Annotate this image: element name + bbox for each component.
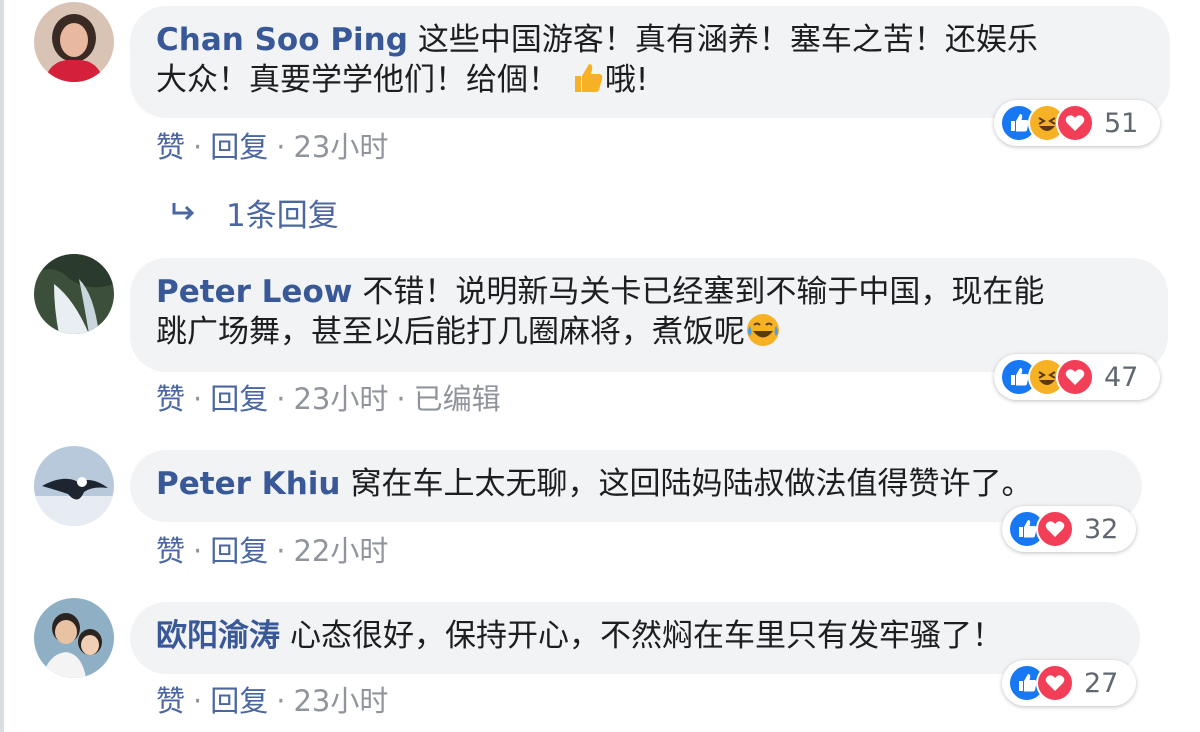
avatar-image	[34, 446, 114, 526]
reaction-summary[interactable]: 47	[994, 354, 1160, 400]
separator-dot: ·	[193, 534, 203, 568]
avatar-image	[34, 2, 114, 82]
separator-dot: ·	[193, 382, 203, 416]
reply-button[interactable]: 回复	[210, 684, 268, 718]
comment-text: 心态很好，保持开心，不然焖在车里只有发牢骚了！	[290, 618, 1003, 654]
reply-button[interactable]: 回复	[210, 130, 268, 164]
thread-rule	[0, 0, 4, 732]
comment-bubble: Peter Khiu 窝在车上太无聊，这回陆妈陆叔做法值得赞许了。	[130, 450, 1142, 522]
reaction-count: 27	[1084, 667, 1119, 699]
view-replies-label: 1条回复	[226, 198, 339, 234]
comment-thread: Chan Soo Ping 这些中国游客！真有涵养！塞车之苦！还娱乐 大众！真要学…	[0, 0, 1200, 732]
comment-bubble: 欧阳渝涛 心态很好，保持开心，不然焖在车里只有发牢骚了！	[130, 602, 1140, 674]
reaction-summary[interactable]: 51	[994, 100, 1160, 146]
avatar[interactable]	[34, 2, 114, 82]
author-name[interactable]: Peter Leow	[156, 274, 352, 310]
edited-label[interactable]: 已编辑	[414, 382, 501, 416]
timestamp[interactable]: 23小时	[293, 382, 388, 416]
like-button[interactable]: 赞	[156, 534, 185, 568]
author-name[interactable]: Chan Soo Ping	[156, 22, 408, 58]
separator-dot: ·	[276, 130, 286, 164]
avatar[interactable]	[34, 446, 114, 526]
love-reaction-icon	[1056, 104, 1094, 142]
comment-actions: 赞 · 回复 · 22小时	[156, 528, 388, 570]
comment-text: 不错！说明新马关卡已经塞到不输于中国，现在能	[362, 274, 1045, 310]
reaction-count: 47	[1104, 361, 1139, 393]
comment-text-line2: 跳广场舞，甚至以后能打几圈麻将，煮饭呢	[156, 314, 745, 350]
avatar[interactable]	[34, 598, 114, 678]
thumbs-up-icon	[569, 60, 605, 106]
tears-of-joy-icon	[745, 312, 781, 358]
reaction-count: 51	[1104, 107, 1139, 139]
comment-actions: 赞 · 回复 · 23小时	[156, 124, 388, 166]
timestamp[interactable]: 23小时	[293, 130, 388, 164]
reply-button[interactable]: 回复	[210, 534, 268, 568]
separator-dot: ·	[276, 382, 286, 416]
like-button[interactable]: 赞	[156, 382, 185, 416]
reply-button[interactable]: 回复	[210, 382, 268, 416]
separator-dot: ·	[276, 534, 286, 568]
comment-text: 这些中国游客！真有涵养！塞车之苦！还娱乐	[417, 22, 1038, 58]
author-name[interactable]: 欧阳渝涛	[156, 618, 280, 654]
avatar-image	[34, 598, 114, 678]
timestamp[interactable]: 22小时	[293, 534, 388, 568]
love-reaction-icon	[1056, 358, 1094, 396]
view-replies-link[interactable]: 1条回复	[170, 190, 339, 235]
comment-text: 窝在车上太无聊，这回陆妈陆叔做法值得赞许了。	[350, 466, 1033, 502]
separator-dot: ·	[193, 130, 203, 164]
reaction-summary[interactable]: 32	[1002, 506, 1136, 552]
author-name[interactable]: Peter Khiu	[156, 466, 340, 502]
avatar[interactable]	[34, 254, 114, 334]
reply-arrow-icon	[172, 202, 195, 220]
love-reaction-icon	[1036, 664, 1074, 702]
separator-dot: ·	[193, 684, 203, 718]
comment-text-line2: 大众！真要学学他们！给個！	[156, 62, 559, 98]
reaction-summary[interactable]: 27	[1002, 660, 1136, 706]
comment-actions: 赞 · 回复 · 23小时	[156, 678, 388, 720]
like-button[interactable]: 赞	[156, 130, 185, 164]
timestamp[interactable]: 23小时	[293, 684, 388, 718]
comment-actions: 赞 · 回复 · 23小时 · 已编辑	[156, 376, 501, 418]
reaction-count: 32	[1084, 513, 1119, 545]
love-reaction-icon	[1036, 510, 1074, 548]
avatar-image	[34, 254, 114, 334]
separator-dot: ·	[396, 382, 406, 416]
like-button[interactable]: 赞	[156, 684, 185, 718]
separator-dot: ·	[276, 684, 286, 718]
comment-text-line2-end: 哦!	[604, 62, 649, 98]
